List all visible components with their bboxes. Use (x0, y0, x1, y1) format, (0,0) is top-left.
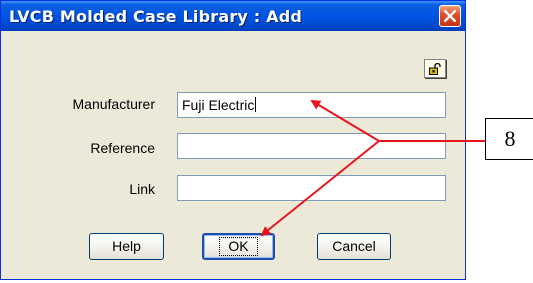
arrow-to-manufacturer (310, 99, 380, 142)
arrow-to-ok (260, 140, 380, 237)
step-callout: 8 (485, 118, 533, 160)
callout-number: 8 (504, 126, 516, 151)
annotation-arrows (260, 99, 485, 237)
